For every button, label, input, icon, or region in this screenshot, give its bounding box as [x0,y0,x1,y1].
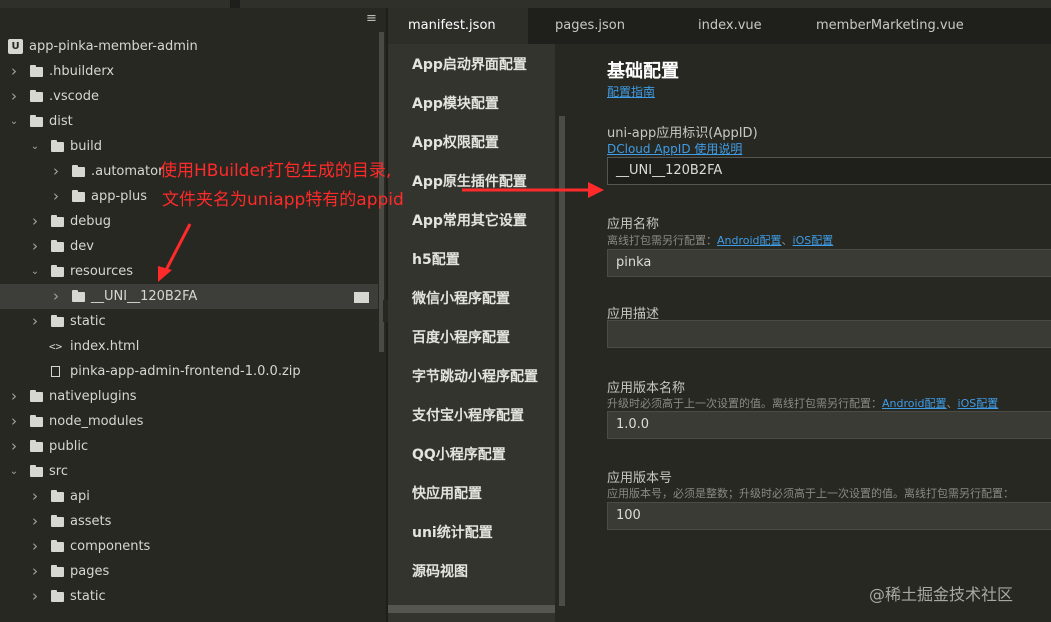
annotation-arrows [158,182,604,282]
arrow-to-appid [462,182,604,198]
arrow-to-folder-line [162,223,192,275]
arrow-to-folder [158,223,192,282]
arrow-to-appid-head [588,182,604,198]
watermark: @稀土掘金技术社区 [869,585,1014,604]
arrow-to-folder-head [158,266,172,282]
